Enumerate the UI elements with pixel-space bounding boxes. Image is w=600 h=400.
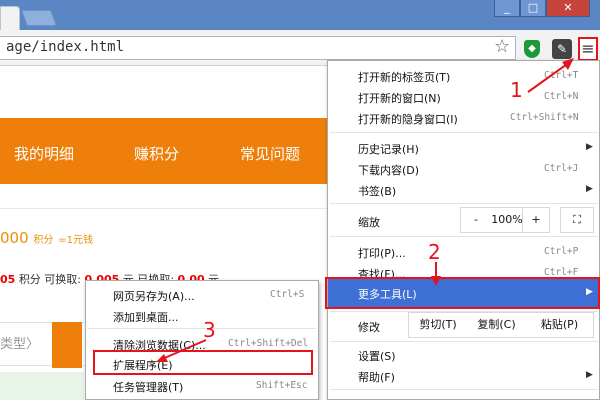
arrow-1 — [527, 61, 571, 93]
arrowhead-1 — [562, 58, 574, 70]
arrowhead-2 — [431, 276, 441, 286]
annotation-arrows — [156, 58, 574, 362]
arrow-3 — [159, 339, 207, 361]
